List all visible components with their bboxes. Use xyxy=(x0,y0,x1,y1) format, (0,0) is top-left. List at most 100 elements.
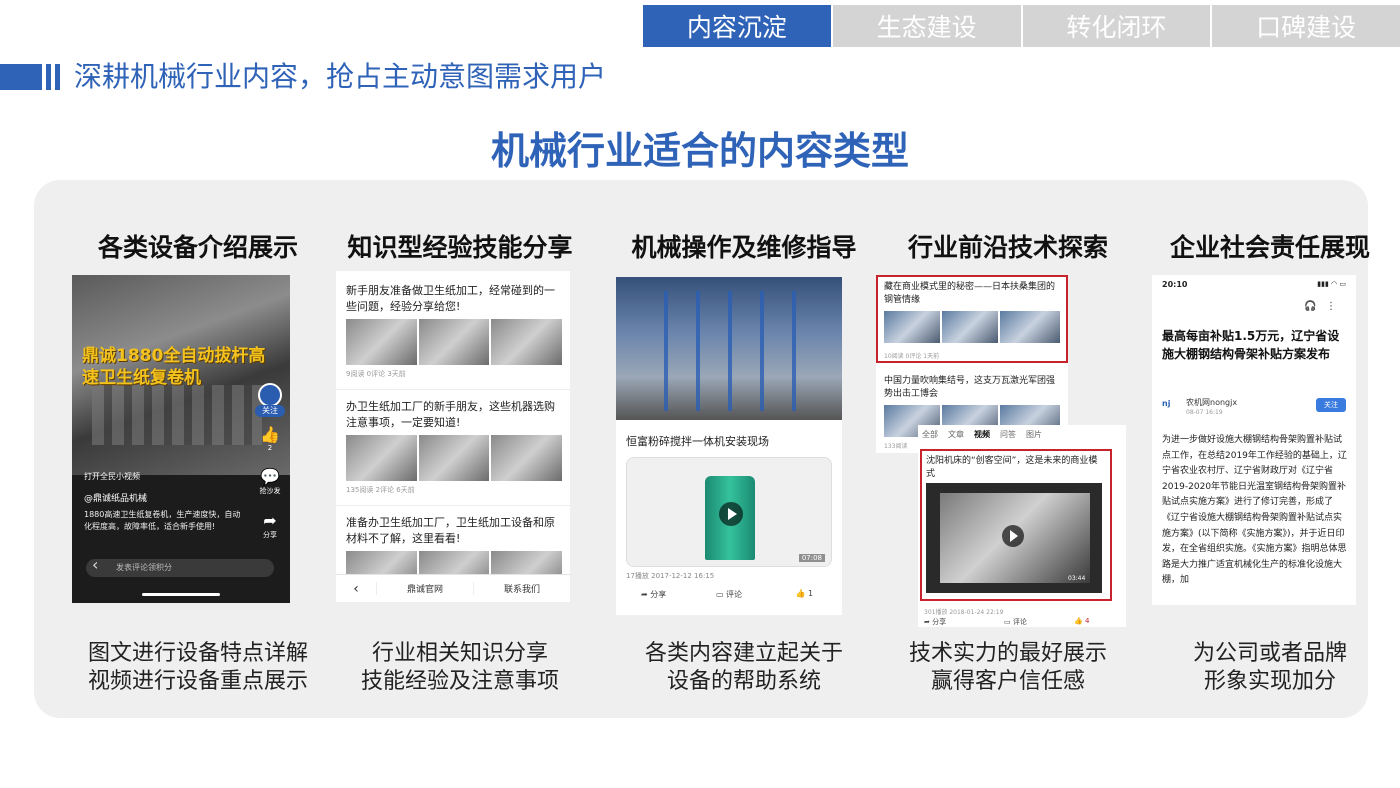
share-label: 分享 xyxy=(263,531,277,539)
follow-button[interactable]: 关注 xyxy=(255,405,285,417)
column-title: 各类设备介绍展示 xyxy=(97,233,298,262)
comment-button[interactable]: ▭ 评论 xyxy=(1004,617,1027,627)
article-title[interactable]: 藏在商业模式里的秘密——日本扶桑集团的钢管情缘 xyxy=(884,281,1060,307)
list-item[interactable]: 新手朋友准备做卫生纸加工，经常碰到的一些问题，经验分享给您! 9阅读 0评论 3… xyxy=(346,283,563,379)
article-meta: 9阅读 0评论 3天前 xyxy=(346,370,406,378)
chat-icon: 💬 xyxy=(260,467,280,486)
article-thumbnails xyxy=(346,435,563,481)
content-panel: 各类设备介绍展示 鼎诚1880全自动拔杆高速卫生纸复卷机 关注 👍 2 💬 抢沙发 … xyxy=(34,180,1370,718)
tab-conversion[interactable]: 转化闭环 xyxy=(1022,5,1211,47)
column-description: 行业相关知识分享 技能经验及注意事项 xyxy=(322,640,598,696)
video-description: 1880高速卫生纸复卷机，生产速度快，自动化程度高，故障率低，适合新手使用! xyxy=(84,510,241,531)
comment-button[interactable]: 💬 抢沙发 xyxy=(256,467,284,496)
screenshot-news-article: 20:10 ▮▮▮ ◠ ▭ 🎧 ⋮ 最高每亩补贴1.5万元，辽宁省设施大棚钢结构… xyxy=(1152,275,1356,605)
screenshot-tech-articles: 藏在商业模式里的秘密——日本扶桑集团的钢管情缘 10阅读 0评论 1天前 中国力… xyxy=(876,275,1126,627)
nav-tab-all[interactable]: 全部 xyxy=(922,429,938,440)
thumb-up-icon: 👍 xyxy=(260,425,280,444)
share-button[interactable]: ➦ 分享 xyxy=(924,617,946,627)
like-count: 2 xyxy=(267,444,273,452)
header-bar-decoration xyxy=(0,64,42,90)
list-item[interactable]: 办卫生纸加工厂的新手朋友，这些机器选购注意事项，一定要知道! 135阅读 2评论… xyxy=(346,399,563,495)
video-meta: 301播放 2018-01-24 22:19 xyxy=(924,609,1004,616)
like-button[interactable]: 👍 4 xyxy=(1074,617,1089,625)
video-meta: 17播放 2017-12-12 16:15 xyxy=(626,572,715,580)
column-social-responsibility: 企业社会责任展现 20:10 ▮▮▮ ◠ ▭ 🎧 ⋮ 最高每亩补贴1.5万元，辽… xyxy=(1142,180,1398,718)
column-operation-guide: 机械操作及维修指导 恒富粉碎搅拌一体机安装现场 07:08 17播放 2017-… xyxy=(616,180,872,718)
column-title: 知识型经验技能分享 xyxy=(347,233,573,262)
publish-date: 08-07 16:19 xyxy=(1186,409,1223,416)
article-title[interactable]: 中国力量吹响集结号，这支万瓦激光军团强势出击工博会 xyxy=(884,375,1060,401)
share-icon: ➦ xyxy=(263,511,277,530)
video-duration: 07:08 xyxy=(798,554,825,562)
tab-reputation[interactable]: 口碑建设 xyxy=(1212,5,1400,47)
article-title: 准备办卫生纸加工厂，卫生纸加工设备和原材料不了解，这里看看! xyxy=(346,516,555,545)
column-description: 技术实力的最好展示 赢得客户信任感 xyxy=(870,640,1146,696)
article-thumbnail xyxy=(1000,311,1060,343)
live-link[interactable]: 打开全民小视频 xyxy=(84,471,140,482)
description-line: 视频进行设备重点展示 xyxy=(87,669,308,694)
article-body: 为进一步做好设施大棚钢结构骨架购置补贴试点工作，在总结2019年工作经验的基础上… xyxy=(1162,435,1347,586)
action-bar: ➦ 分享 ▭ 评论 👍 1 xyxy=(616,589,842,600)
article-meta: 133阅读 xyxy=(884,443,908,450)
author-name[interactable]: 农机网nongjx xyxy=(1186,397,1237,408)
status-time: 20:10 xyxy=(1162,280,1188,289)
nav-tab-video[interactable]: 视频 xyxy=(974,429,990,440)
top-tabs: 内容沉淀 生态建设 转化闭环 口碑建设 xyxy=(643,5,1400,47)
account-name[interactable]: @鼎诚纸品机械 xyxy=(84,491,147,504)
description-line: 技术实力的最好展示 xyxy=(908,641,1107,666)
video-title[interactable]: 沈阳机床的“创客空间”，这是未来的商业模式 xyxy=(926,455,1106,481)
video-title: 鼎诚1880全自动拔杆高速卫生纸复卷机 xyxy=(82,346,266,388)
description-line: 技能经验及注意事项 xyxy=(360,669,559,694)
nav-tab-qa[interactable]: 问答 xyxy=(1000,429,1016,440)
more-icon[interactable]: ⋮ xyxy=(1326,301,1336,312)
official-site-link[interactable]: 鼎诚官网 xyxy=(376,582,473,595)
article-title: 办卫生纸加工厂的新手朋友，这些机器选购注意事项，一定要知道! xyxy=(346,400,555,429)
headphones-icon[interactable]: 🎧 xyxy=(1304,301,1316,312)
screenshot-article-list: 新手朋友准备做卫生纸加工，经常碰到的一些问题，经验分享给您! 9阅读 0评论 3… xyxy=(336,271,570,602)
share-button[interactable]: ➦ 分享 xyxy=(616,589,691,600)
comment-button[interactable]: ▭ 评论 xyxy=(691,589,766,600)
share-button[interactable]: ➦ 分享 xyxy=(256,511,284,540)
header-mark-2 xyxy=(55,64,60,90)
description-line: 图文进行设备特点详解 xyxy=(87,641,308,666)
divider xyxy=(336,505,570,506)
description-line: 各类内容建立起关于 xyxy=(644,641,843,666)
divider xyxy=(336,389,570,390)
video-card: 全部 文章 视频 问答 图片 沈阳机床的“创客空间”，这是未来的商业模式 03:… xyxy=(918,425,1126,627)
main-title: 机械行业适合的内容类型 xyxy=(490,129,909,173)
follow-button[interactable]: 关注 xyxy=(1316,398,1346,412)
like-button[interactable]: 👍 1 xyxy=(767,589,842,600)
screenshot-video-phone: 鼎诚1880全自动拔杆高速卫生纸复卷机 关注 👍 2 💬 抢沙发 ➦ 分享 打开全民小… xyxy=(72,275,290,603)
column-title: 企业社会责任展现 xyxy=(1169,233,1370,262)
plant-image xyxy=(616,277,842,420)
video-title: 恒富粉碎搅拌一体机安装现场 xyxy=(626,435,769,448)
tab-ecosystem[interactable]: 生态建设 xyxy=(832,5,1021,47)
screenshot-video-post: 恒富粉碎搅拌一体机安装现场 07:08 17播放 2017-12-12 16:1… xyxy=(616,277,842,615)
nav-tab-articles[interactable]: 文章 xyxy=(948,429,964,440)
avatar xyxy=(258,383,282,407)
header-title: 深耕机械行业内容，抢占主动意图需求用户 xyxy=(74,60,607,93)
description-line: 形象实现加分 xyxy=(1203,669,1336,694)
bottom-nav-bar: ‹ 鼎诚官网 联系我们 xyxy=(336,574,570,602)
video-duration: 03:44 xyxy=(1068,575,1086,582)
video-player[interactable]: 07:08 xyxy=(626,457,832,567)
nav-tab-images[interactable]: 图片 xyxy=(1026,429,1042,440)
description-line: 行业相关知识分享 xyxy=(371,641,548,666)
back-arrow-icon[interactable]: ‹ xyxy=(336,581,376,597)
column-equipment-intro: 各类设备介绍展示 鼎诚1880全自动拔杆高速卫生纸复卷机 关注 👍 2 💬 抢沙发 … xyxy=(70,180,326,718)
play-icon[interactable] xyxy=(1002,525,1024,547)
category-nav: 全部 文章 视频 问答 图片 xyxy=(922,429,1042,440)
tab-content-accumulation[interactable]: 内容沉淀 xyxy=(643,5,831,47)
like-button[interactable]: 👍 2 xyxy=(256,425,284,452)
play-icon[interactable] xyxy=(719,502,743,526)
home-indicator xyxy=(142,593,220,596)
status-icons: ▮▮▮ ◠ ▭ xyxy=(1317,280,1346,288)
column-description: 各类内容建立起关于 设备的帮助系统 xyxy=(606,640,882,696)
article-thumbnail xyxy=(884,311,940,343)
description-line: 设备的帮助系统 xyxy=(666,669,821,694)
contact-us-link[interactable]: 联系我们 xyxy=(473,582,570,595)
article-title: 最高每亩补贴1.5万元，辽宁省设施大棚钢结构骨架补贴方案发布 xyxy=(1162,329,1340,361)
article-thumbnails xyxy=(346,319,563,365)
comment-input[interactable]: 发表评论领积分 xyxy=(86,556,274,577)
description-line: 为公司或者品牌 xyxy=(1192,641,1347,666)
